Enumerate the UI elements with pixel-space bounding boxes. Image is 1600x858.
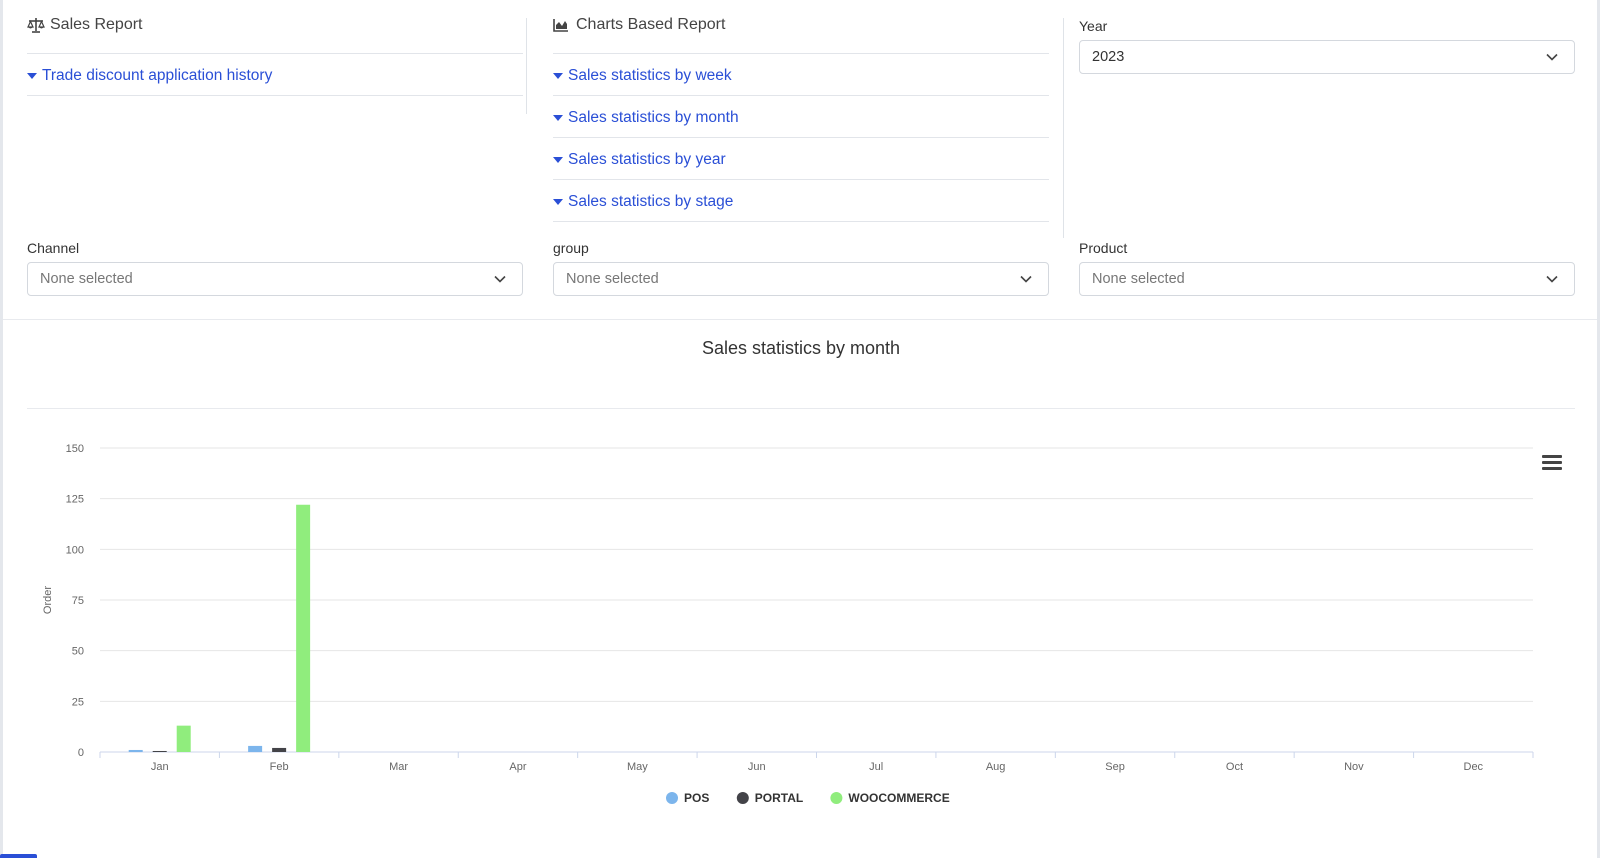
charts-report-title: Charts Based Report — [576, 16, 726, 33]
x-tick-label: Feb — [270, 761, 289, 773]
product-value: None selected — [1092, 271, 1185, 287]
legend-marker — [830, 792, 843, 804]
x-tick-label: Aug — [986, 761, 1006, 773]
chart-container: Sales statistics by month 0 25 50 75 100 125 1… — [27, 320, 1575, 858]
y-tick-label: 100 — [66, 544, 84, 556]
column-divider — [1063, 18, 1064, 238]
report-selector-panel: Sales Report Trade discount application … — [27, 0, 1575, 320]
y-tick-label: 150 — [66, 443, 84, 455]
channel-label: Channel — [27, 240, 80, 256]
link-sales-by-month[interactable]: Sales statistics by month — [553, 96, 1049, 138]
group-filter: group None selected — [553, 240, 1049, 296]
product-select[interactable]: None selected — [1079, 262, 1575, 296]
channel-value: None selected — [40, 271, 133, 287]
bar-portal-feb[interactable] — [272, 747, 287, 752]
bar-woocommerce-feb[interactable] — [296, 504, 311, 752]
year-select[interactable]: 2023 — [1079, 40, 1575, 74]
bar-pos-feb[interactable] — [248, 745, 263, 752]
x-tick-label: Sep — [1105, 761, 1125, 773]
legend-label: PORTAL — [755, 791, 803, 805]
sales-report-title: Sales Report — [50, 16, 143, 33]
link-label: Sales statistics by month — [568, 108, 739, 126]
y-tick-label: 50 — [72, 646, 84, 658]
product-filter: Product None selected — [1079, 240, 1575, 296]
x-tick-label: Nov — [1344, 761, 1364, 773]
link-label: Sales statistics by week — [568, 66, 732, 84]
legend-item-woocommerce[interactable]: WOOCOMMERCE — [830, 791, 950, 805]
group-label: group — [553, 240, 589, 256]
x-tick-label: Jul — [869, 761, 883, 773]
link-label: Sales statistics by stage — [568, 192, 734, 210]
x-tick-label: Jan — [151, 761, 169, 773]
sales-report-column: Sales Report Trade discount application … — [27, 0, 523, 96]
legend-marker — [666, 792, 678, 804]
link-sales-by-year[interactable]: Sales statistics by year — [553, 138, 1049, 180]
caret-down-icon — [553, 73, 563, 79]
column-divider — [526, 18, 527, 114]
y-axis-title: Order — [42, 586, 54, 614]
y-tick-label: 125 — [66, 494, 84, 506]
x-tick-label: Jun — [748, 761, 766, 773]
chevron-down-icon — [1546, 275, 1558, 283]
year-value: 2023 — [1092, 49, 1125, 65]
y-tick-label: 0 — [78, 747, 84, 759]
y-tick-label: 25 — [72, 696, 84, 708]
year-column: Year 2023 — [1079, 18, 1575, 74]
x-tick-label: May — [627, 761, 648, 773]
chevron-down-icon — [1020, 275, 1032, 283]
caret-down-icon — [553, 199, 563, 205]
legend-marker — [736, 792, 749, 804]
legend-label: WOOCOMMERCE — [848, 791, 949, 805]
caret-down-icon — [553, 115, 563, 121]
x-tick-label: Mar — [389, 761, 408, 773]
link-trade-discount-history[interactable]: Trade discount application history — [27, 54, 523, 96]
page-edge-left — [0, 0, 3, 858]
charts-report-column: Charts Based Report Sales statistics by … — [553, 0, 1049, 222]
x-tick-label: Apr — [509, 761, 526, 773]
bar-portal-jan[interactable] — [152, 750, 167, 752]
group-select[interactable]: None selected — [553, 262, 1049, 296]
x-tick-label: Oct — [1226, 761, 1243, 773]
bar-woocommerce-jan[interactable] — [176, 725, 191, 752]
chevron-down-icon — [1546, 53, 1558, 61]
caret-down-icon — [27, 73, 37, 79]
link-label: Trade discount application history — [42, 66, 273, 84]
caret-down-icon — [553, 157, 563, 163]
balance-scale-icon — [27, 16, 45, 34]
area-chart-icon — [553, 16, 571, 34]
chart-svg: 0 25 50 75 100 125 150 Order Jan Feb Mar Apr May Jun J… — [42, 443, 1534, 805]
sales-report-header: Sales Report — [27, 0, 523, 54]
year-label: Year — [1079, 18, 1108, 34]
product-label: Product — [1079, 240, 1128, 256]
link-sales-by-stage[interactable]: Sales statistics by stage — [553, 180, 1049, 222]
channel-select[interactable]: None selected — [27, 262, 523, 296]
y-tick-label: 75 — [72, 595, 84, 607]
channel-filter: Channel None selected — [27, 240, 523, 296]
x-tick-label: Dec — [1464, 761, 1484, 773]
legend-label: POS — [684, 791, 709, 805]
link-sales-by-week[interactable]: Sales statistics by week — [553, 54, 1049, 96]
chevron-down-icon — [494, 275, 506, 283]
legend-item-portal[interactable]: PORTAL — [736, 791, 803, 805]
bar-pos-jan[interactable] — [128, 749, 143, 752]
link-label: Sales statistics by year — [568, 150, 726, 168]
charts-report-header: Charts Based Report — [553, 0, 1049, 54]
legend-item-pos[interactable]: POS — [666, 791, 709, 805]
scroll-indicator — [0, 854, 37, 858]
group-value: None selected — [566, 271, 659, 287]
